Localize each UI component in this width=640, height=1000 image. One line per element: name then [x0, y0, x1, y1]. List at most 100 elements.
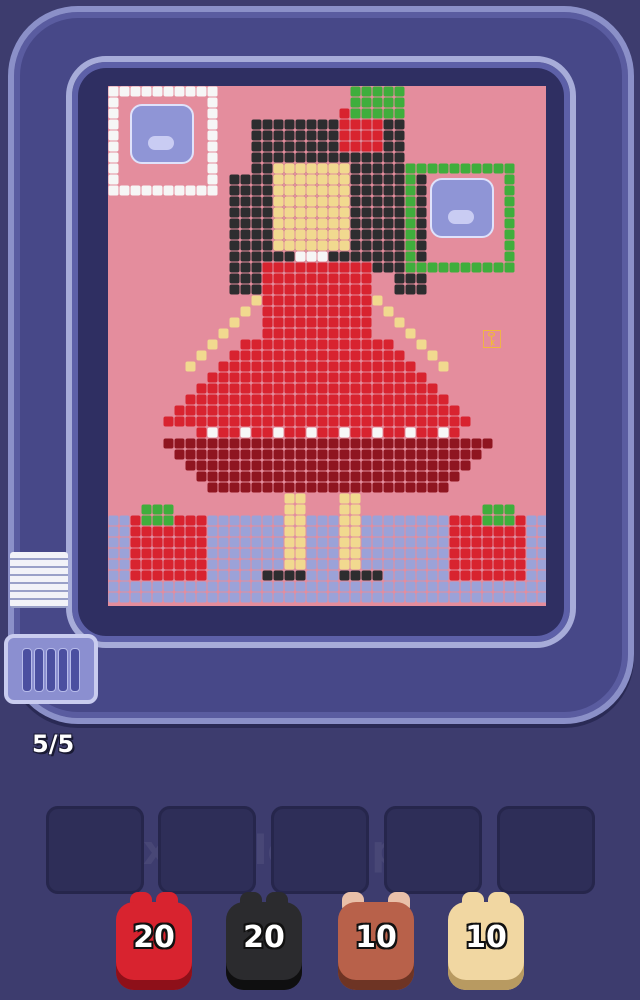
pixel: [130, 185, 141, 196]
pixel: [350, 251, 361, 262]
pixel: [240, 350, 251, 361]
pixel: [537, 339, 546, 350]
pixel: [174, 317, 185, 328]
shooter-cream[interactable]: 10: [448, 892, 524, 992]
queue-slot-2[interactable]: [158, 806, 256, 894]
pixel: [526, 559, 537, 570]
pixel: [251, 328, 262, 339]
pixel: [119, 526, 130, 537]
pixel: [207, 548, 218, 559]
pixel: [108, 559, 119, 570]
pixel: [229, 405, 240, 416]
pixel: [394, 317, 405, 328]
pixel: [119, 218, 130, 229]
pixel: [130, 383, 141, 394]
pixel: [229, 152, 240, 163]
pixel: [119, 394, 130, 405]
pixel: [218, 207, 229, 218]
queue-slot-4[interactable]: [384, 806, 482, 894]
pixel: [163, 581, 174, 592]
pixel: [174, 218, 185, 229]
pixel: [273, 482, 284, 493]
pixel: [504, 570, 515, 581]
pixel: [240, 438, 251, 449]
pixel: [119, 592, 130, 603]
pixel: [460, 262, 471, 273]
pixel: [174, 416, 185, 427]
pixel: [174, 207, 185, 218]
pixel: [229, 273, 240, 284]
pixel: [350, 405, 361, 416]
pixel: [141, 339, 152, 350]
pixel: [350, 152, 361, 163]
pixel: [317, 119, 328, 130]
pixel: [306, 196, 317, 207]
pixel: [240, 515, 251, 526]
pixel: [174, 493, 185, 504]
pixel: [526, 328, 537, 339]
pixel: [108, 405, 119, 416]
shooter-black[interactable]: 20: [226, 892, 302, 992]
queue-slot-3[interactable]: [271, 806, 369, 894]
pixel: [383, 284, 394, 295]
pixel: [207, 570, 218, 581]
pixel: [240, 97, 251, 108]
pixel: [229, 427, 240, 438]
pixel: [240, 295, 251, 306]
pixel: [273, 493, 284, 504]
queue-slot-5[interactable]: [497, 806, 595, 894]
pixel: [394, 141, 405, 152]
pixel: [306, 493, 317, 504]
pixel: [438, 438, 449, 449]
pixel: [427, 163, 438, 174]
pixel: [328, 163, 339, 174]
pixel: [108, 416, 119, 427]
shooter-red[interactable]: 20: [116, 892, 192, 992]
pixel: [207, 460, 218, 471]
pixel: [108, 526, 119, 537]
pixel: [361, 504, 372, 515]
pixel: [394, 152, 405, 163]
pixel: [240, 504, 251, 515]
pixel: [295, 405, 306, 416]
pixel: [284, 405, 295, 416]
coil-spool[interactable]: [4, 634, 98, 704]
queue-slot-1[interactable]: [46, 806, 144, 894]
pixel: [218, 372, 229, 383]
pixel: [438, 537, 449, 548]
pixel: [262, 174, 273, 185]
pixel: [185, 86, 196, 97]
pixel: [306, 174, 317, 185]
pixel: [108, 185, 119, 196]
pixel: [251, 493, 262, 504]
pixel: [339, 284, 350, 295]
key-icon[interactable]: ⚿: [480, 324, 504, 356]
pixel: [526, 460, 537, 471]
pixel: [306, 559, 317, 570]
pixel: [372, 548, 383, 559]
pixel: [361, 108, 372, 119]
pixel: [504, 328, 515, 339]
pixel: [163, 537, 174, 548]
pixel: [339, 460, 350, 471]
pixel: [526, 295, 537, 306]
pixel: [295, 504, 306, 515]
pixel: [449, 119, 460, 130]
pixel: [405, 515, 416, 526]
pixel: [174, 427, 185, 438]
pixel: [163, 229, 174, 240]
pixel: [240, 317, 251, 328]
pixel: [262, 559, 273, 570]
pixel: [361, 361, 372, 372]
pixel: [196, 174, 207, 185]
pixel: [251, 284, 262, 295]
pixel: [174, 361, 185, 372]
pixel: [449, 416, 460, 427]
pixel: [394, 185, 405, 196]
pixel: [504, 383, 515, 394]
pixel: [339, 559, 350, 570]
pixel: [306, 141, 317, 152]
pixel: [427, 350, 438, 361]
pixel: [196, 163, 207, 174]
shooter-bull[interactable]: 10: [338, 892, 414, 992]
